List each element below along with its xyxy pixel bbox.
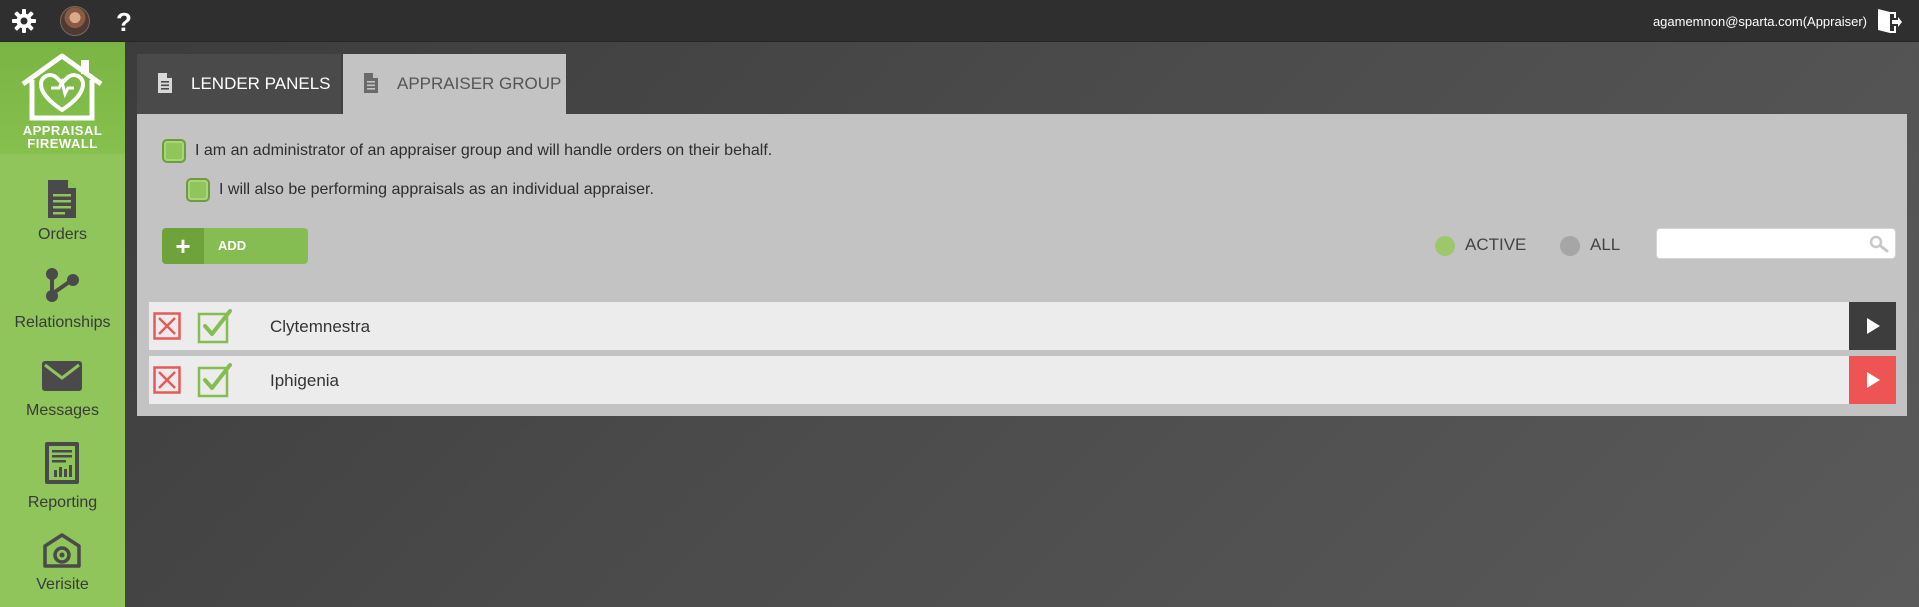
sidebar-item-label: Messages [26,402,99,419]
radio-dot-icon [1435,236,1455,256]
appraiser-name[interactable]: Clytemnestra [270,317,370,337]
network-icon [46,268,79,302]
add-appraiser-label: ADD APPRAISER [218,238,247,253]
play-arrow-icon [1867,372,1880,388]
sidebar-item-verisite[interactable]: Verisite [0,530,125,607]
list-item: Clytemnestra [149,302,1896,350]
play-arrow-icon [1867,318,1880,334]
document-icon [364,73,378,93]
top-bar: ? agamemnon@sparta.com(Appraiser) [0,0,1919,42]
remove-icon[interactable] [153,312,181,340]
svg-text:?: ? [116,7,132,35]
tab-label: APPRAISER GROUP [397,74,562,93]
admin-option-label: I am an administrator of an appraiser gr… [195,142,773,159]
report-icon [45,442,79,484]
tab-lender-panels[interactable]: LENDER PANELS [137,54,341,114]
avatar[interactable] [60,6,90,36]
list-item: Iphigenia [149,356,1896,404]
envelope-icon [42,361,82,391]
add-appraiser-button[interactable]: + ADD APPRAISER [162,228,308,264]
individual-option-label: I will also be performing appraisals as … [219,181,654,198]
user-email[interactable]: agamemnon@sparta.com(Appraiser) [1653,14,1867,29]
sidebar-item-label: Orders [38,226,87,243]
sidebar-item-label: Verisite [36,576,89,593]
help-icon[interactable]: ? [110,7,138,35]
camera-icon [43,533,81,568]
sidebar-item-reporting[interactable]: Reporting [0,440,125,528]
sidebar-item-relationships[interactable]: Relationships [0,266,125,354]
search-box [1656,228,1896,259]
search-icon[interactable] [1869,235,1889,253]
checkmark-icon[interactable] [197,308,233,344]
logout-icon[interactable] [1875,7,1903,35]
appraiser-group-panel: I am an administrator of an appraiser gr… [137,114,1907,416]
app-logo[interactable]: APPRAISAL FIREWALL [0,42,125,154]
gear-icon[interactable] [10,7,38,35]
filter-all-label: ALL [1590,235,1621,254]
sidebar-item-label: Reporting [27,494,98,511]
sidebar-item-messages[interactable]: Messages [0,356,125,444]
logo-line-2: FIREWALL [27,136,98,151]
radio-dot-icon [1560,236,1580,256]
plus-icon: + [162,228,204,264]
filter-active[interactable]: ACTIVE [1435,230,1535,260]
open-appraiser-button[interactable] [1849,302,1896,350]
tab-appraiser-group[interactable]: APPRAISER GROUP [343,54,566,114]
sidebar-item-label: Relationships [14,314,111,331]
sidebar-item-orders[interactable]: Orders [0,178,125,266]
document-icon [158,73,172,93]
individual-checkbox[interactable] [186,178,210,202]
admin-checkbox[interactable] [162,139,186,163]
filter-all[interactable]: ALL [1560,230,1640,260]
appraiser-name[interactable]: Iphigenia [270,371,339,391]
document-icon [48,180,76,218]
remove-icon[interactable] [153,366,181,394]
sidebar: APPRAISAL FIREWALL Orders Relationships [0,42,125,607]
checkmark-icon[interactable] [197,362,233,398]
search-input[interactable] [1663,233,1863,255]
open-appraiser-button[interactable] [1849,356,1896,404]
tab-label: LENDER PANELS [191,74,331,93]
filter-active-label: ACTIVE [1465,235,1527,254]
house-heart-icon [21,53,103,121]
